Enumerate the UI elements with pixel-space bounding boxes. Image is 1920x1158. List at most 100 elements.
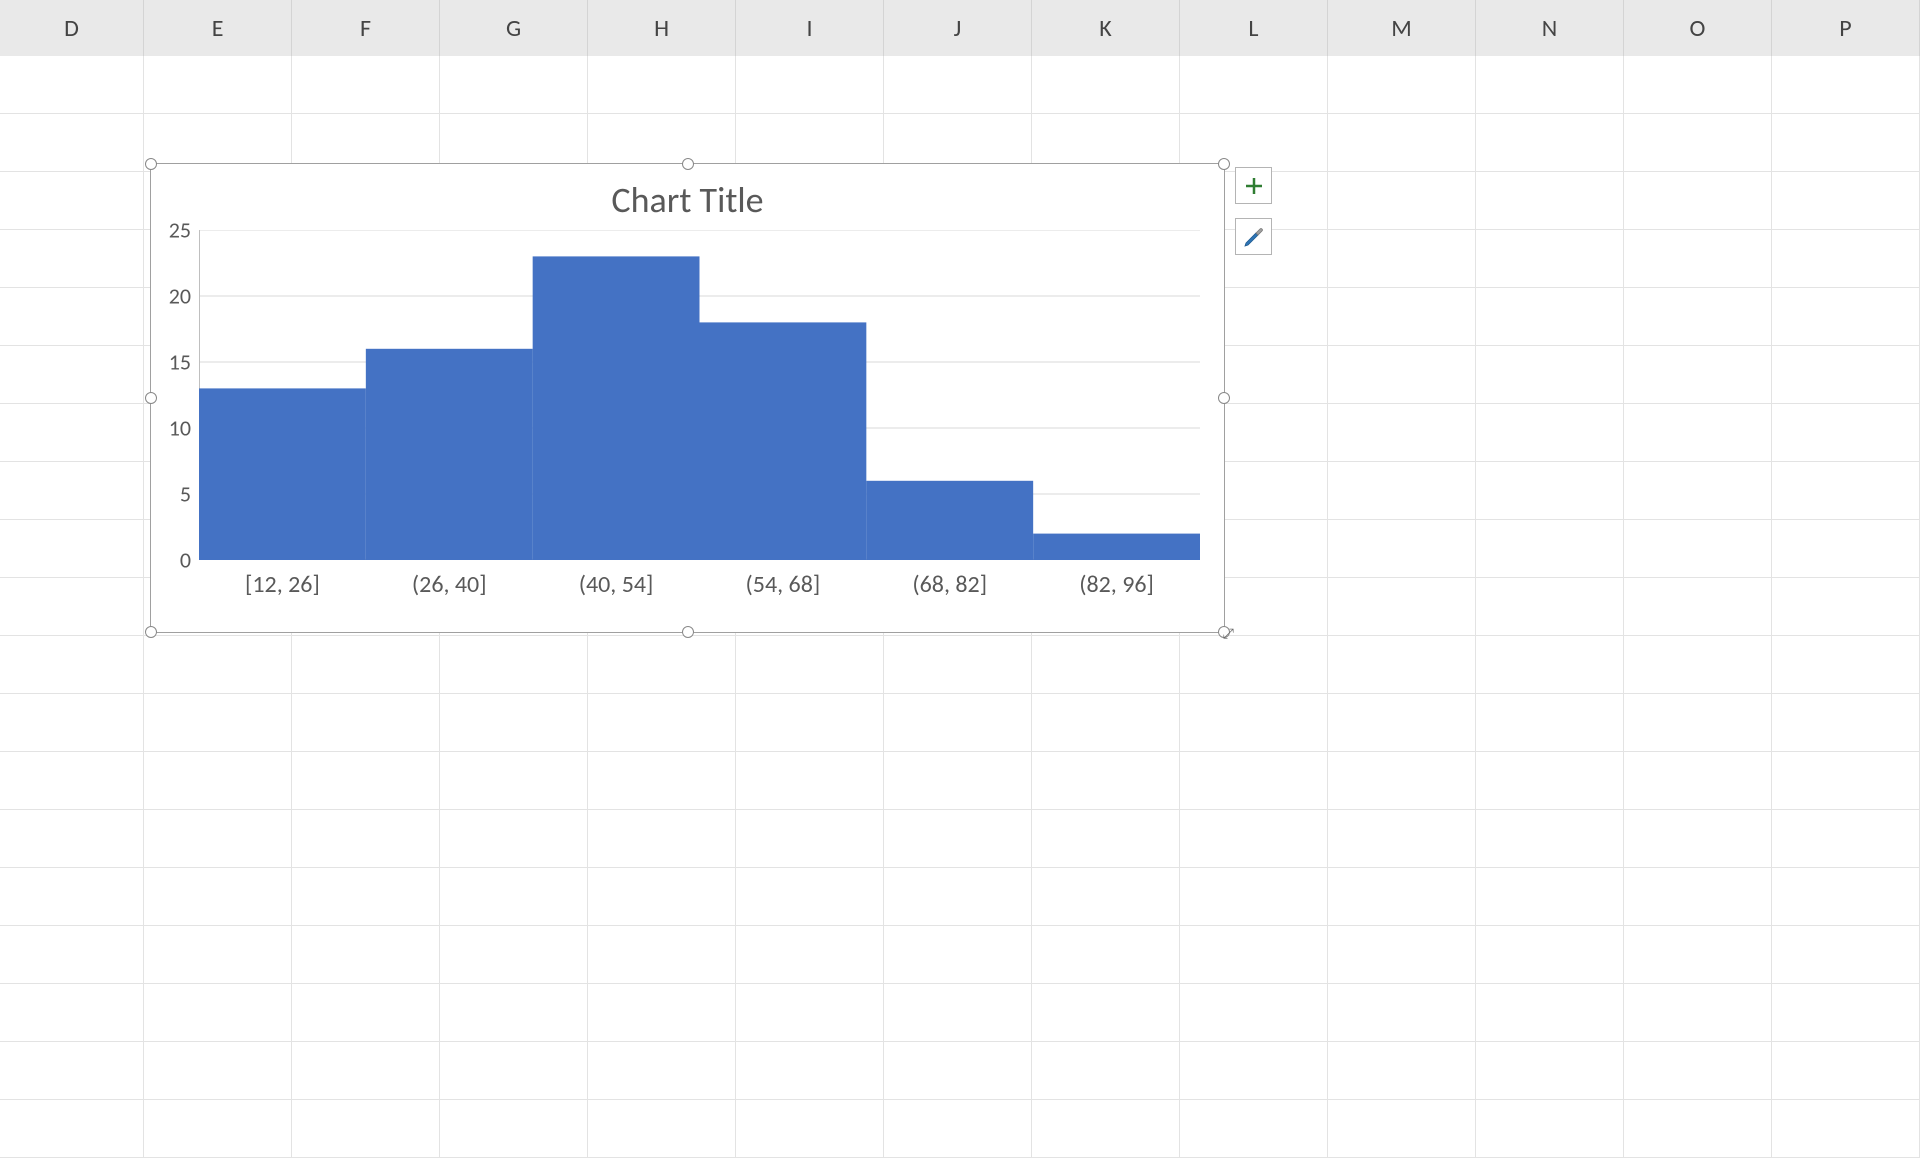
cell[interactable]: [440, 810, 588, 868]
cell[interactable]: [1476, 578, 1624, 636]
cell[interactable]: [1180, 868, 1328, 926]
cell[interactable]: [144, 1042, 292, 1100]
cell[interactable]: [1180, 1042, 1328, 1100]
cell[interactable]: [1180, 56, 1328, 114]
cell[interactable]: [1328, 172, 1476, 230]
cell[interactable]: [588, 636, 736, 694]
cell[interactable]: [1624, 404, 1772, 462]
cell[interactable]: [1032, 868, 1180, 926]
cell[interactable]: [588, 810, 736, 868]
cell[interactable]: [1328, 578, 1476, 636]
cell[interactable]: [1624, 752, 1772, 810]
cell[interactable]: [1476, 1042, 1624, 1100]
resize-handle-bottom-middle[interactable]: [682, 626, 694, 638]
column-header-O[interactable]: O: [1624, 0, 1772, 56]
cell[interactable]: [292, 1100, 440, 1158]
cell[interactable]: [1476, 752, 1624, 810]
cell[interactable]: [292, 810, 440, 868]
cell[interactable]: [0, 404, 144, 462]
cell[interactable]: [440, 694, 588, 752]
cell[interactable]: [736, 636, 884, 694]
cell[interactable]: [1772, 520, 1920, 578]
cell[interactable]: [1772, 810, 1920, 868]
cell[interactable]: [0, 56, 144, 114]
bar[interactable]: [199, 388, 366, 560]
cell[interactable]: [144, 752, 292, 810]
cell[interactable]: [1772, 172, 1920, 230]
cell[interactable]: [1476, 520, 1624, 578]
cell[interactable]: [588, 56, 736, 114]
column-header-I[interactable]: I: [736, 0, 884, 56]
cell[interactable]: [292, 1042, 440, 1100]
resize-handle-top-middle[interactable]: [682, 158, 694, 170]
cell[interactable]: [1180, 810, 1328, 868]
cell[interactable]: [292, 868, 440, 926]
cell[interactable]: [1328, 404, 1476, 462]
cell[interactable]: [884, 636, 1032, 694]
cell[interactable]: [1328, 984, 1476, 1042]
cell[interactable]: [588, 868, 736, 926]
cell[interactable]: [1624, 926, 1772, 984]
cell[interactable]: [1624, 114, 1772, 172]
cell[interactable]: [0, 114, 144, 172]
cell[interactable]: [1624, 520, 1772, 578]
cell[interactable]: [1032, 984, 1180, 1042]
cell[interactable]: [1476, 694, 1624, 752]
cell[interactable]: [1476, 1100, 1624, 1158]
chart-object[interactable]: ⤡ Chart Title 0510152025 [12, 26](26, 40…: [150, 163, 1225, 633]
bar[interactable]: [866, 481, 1033, 560]
cell[interactable]: [0, 1100, 144, 1158]
column-header-D[interactable]: D: [0, 0, 144, 56]
cell[interactable]: [1476, 56, 1624, 114]
cell[interactable]: [1180, 984, 1328, 1042]
cell[interactable]: [292, 926, 440, 984]
cell[interactable]: [440, 984, 588, 1042]
chart-title[interactable]: Chart Title: [151, 164, 1224, 230]
cell[interactable]: [1476, 404, 1624, 462]
cell[interactable]: [588, 1042, 736, 1100]
cell[interactable]: [1476, 230, 1624, 288]
cell[interactable]: [736, 984, 884, 1042]
cell[interactable]: [1772, 346, 1920, 404]
cell[interactable]: [144, 810, 292, 868]
cell[interactable]: [1328, 230, 1476, 288]
cell[interactable]: [588, 752, 736, 810]
cell[interactable]: [1032, 810, 1180, 868]
cell[interactable]: [292, 636, 440, 694]
cell[interactable]: [0, 346, 144, 404]
cell[interactable]: [1476, 636, 1624, 694]
column-header-M[interactable]: M: [1328, 0, 1476, 56]
cell[interactable]: [1328, 462, 1476, 520]
column-header-N[interactable]: N: [1476, 0, 1624, 56]
cell[interactable]: [1476, 114, 1624, 172]
cell[interactable]: [588, 984, 736, 1042]
cell[interactable]: [440, 868, 588, 926]
cell[interactable]: [1476, 346, 1624, 404]
cell[interactable]: [1476, 926, 1624, 984]
cell[interactable]: [884, 984, 1032, 1042]
cell[interactable]: [1032, 56, 1180, 114]
cell[interactable]: [440, 926, 588, 984]
cell[interactable]: [1032, 1042, 1180, 1100]
bar[interactable]: [533, 256, 700, 560]
cell[interactable]: [144, 984, 292, 1042]
cell[interactable]: [1032, 1100, 1180, 1158]
column-header-H[interactable]: H: [588, 0, 736, 56]
cell[interactable]: [736, 1042, 884, 1100]
resize-handle-top-right[interactable]: [1218, 158, 1230, 170]
bar[interactable]: [700, 322, 867, 560]
cell[interactable]: [1180, 1100, 1328, 1158]
cell[interactable]: [1328, 520, 1476, 578]
cell[interactable]: [1180, 752, 1328, 810]
cell[interactable]: [1328, 1042, 1476, 1100]
cell[interactable]: [1624, 462, 1772, 520]
cell[interactable]: [1624, 172, 1772, 230]
cell[interactable]: [1772, 984, 1920, 1042]
chart-styles-button[interactable]: [1235, 218, 1272, 255]
cell[interactable]: [1772, 462, 1920, 520]
column-header-L[interactable]: L: [1180, 0, 1328, 56]
cell[interactable]: [0, 868, 144, 926]
cell[interactable]: [1476, 288, 1624, 346]
cell[interactable]: [144, 694, 292, 752]
resize-handle-top-left[interactable]: [145, 158, 157, 170]
